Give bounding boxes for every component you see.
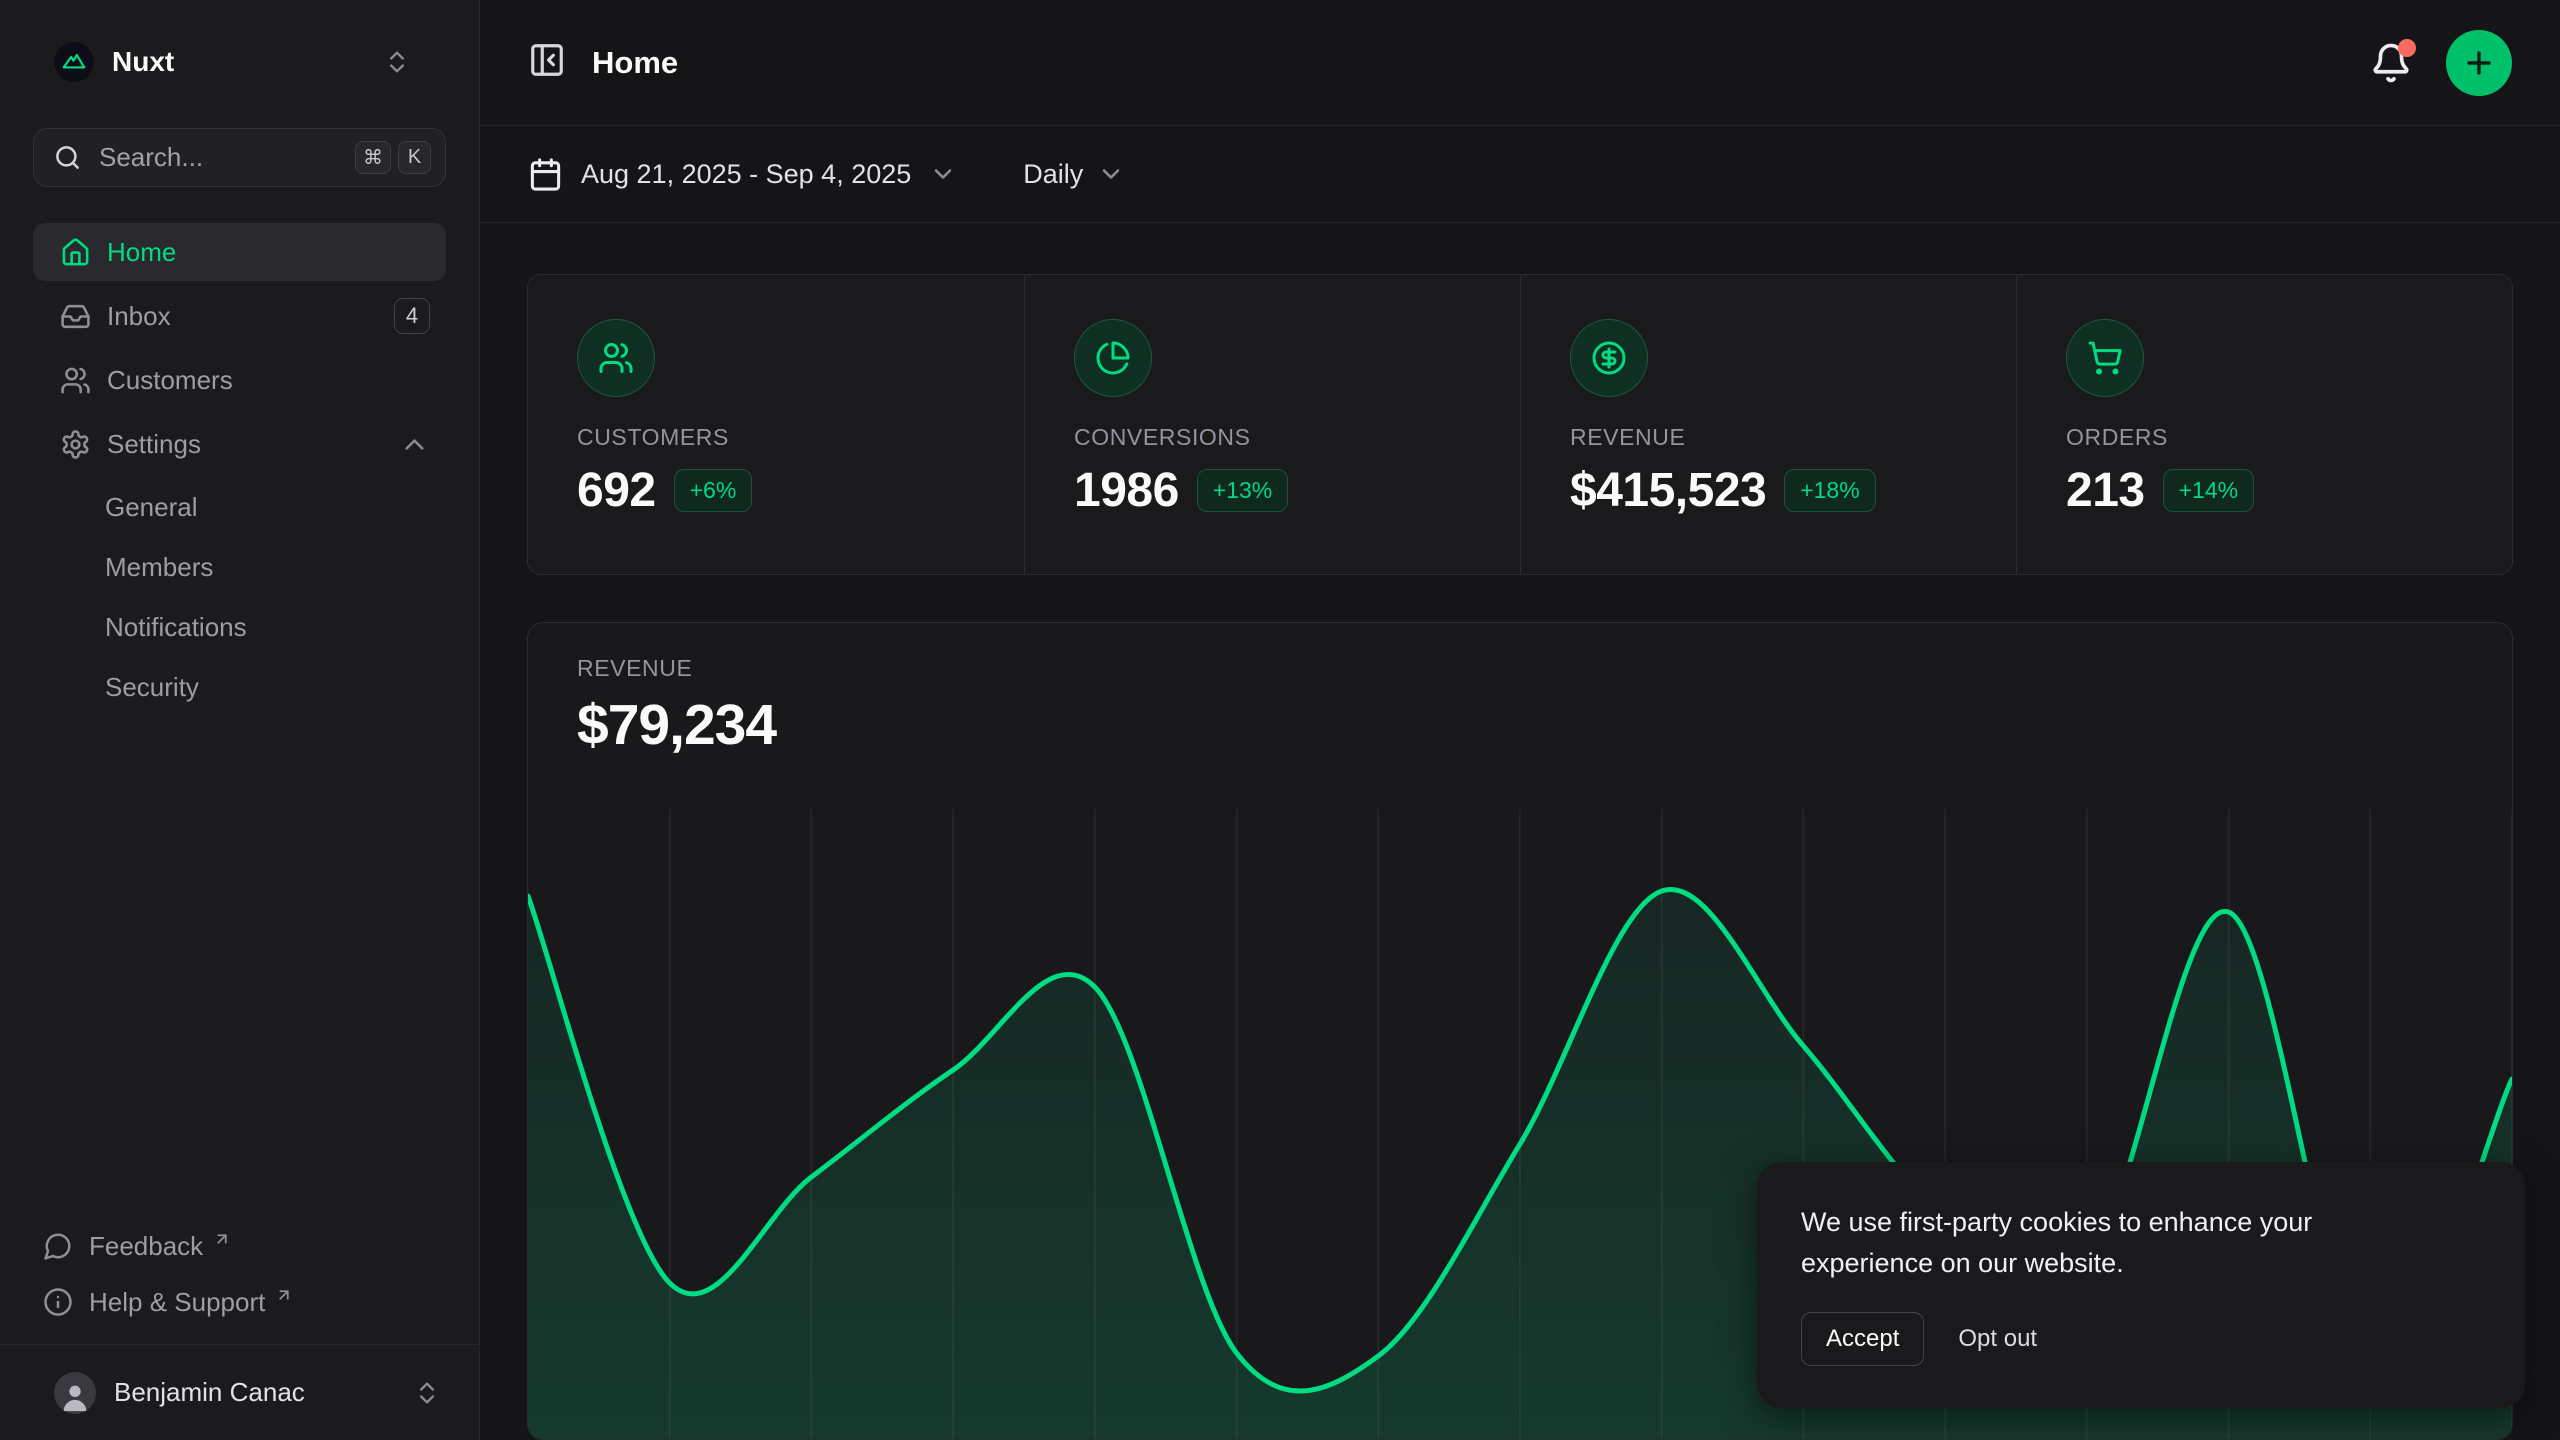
chevrons-up-down-icon[interactable]	[383, 48, 411, 76]
stat-value: $415,523	[1570, 463, 1766, 518]
home-icon	[60, 237, 91, 268]
main-area: Home Aug 21, 2025 - Sep 4, 2025 Daily	[480, 0, 2560, 1440]
top-header: Home	[480, 0, 2560, 126]
sidebar: Nuxt Search... ⌘ K Home Inbox 4 Customer…	[0, 0, 480, 1440]
nuxt-logo-icon	[54, 42, 94, 82]
date-range-value: Aug 21, 2025 - Sep 4, 2025	[581, 159, 911, 190]
sidebar-item-customers[interactable]: Customers	[33, 351, 446, 409]
kbd-k: K	[398, 141, 431, 174]
stats-card: CUSTOMERS 692 +6% CONVERSIONS 1986 +13%	[527, 274, 2513, 575]
sidebar-subitem-members[interactable]: Members	[33, 539, 446, 595]
stat-revenue[interactable]: REVENUE $415,523 +18%	[1520, 275, 2016, 574]
stat-label: REVENUE	[1570, 424, 1996, 451]
search-icon	[54, 144, 81, 171]
external-link-icon	[275, 1286, 293, 1304]
sidebar-item-label: Inbox	[107, 301, 378, 332]
interval-select[interactable]: Daily	[1023, 159, 1125, 190]
stat-conversions[interactable]: CONVERSIONS 1986 +13%	[1024, 275, 1520, 574]
stat-value: 213	[2066, 463, 2145, 518]
app-root: Nuxt Search... ⌘ K Home Inbox 4 Customer…	[0, 0, 2560, 1440]
stat-delta-badge: +13%	[1197, 469, 1288, 512]
sidebar-item-label: Customers	[107, 365, 430, 396]
sidebar-subitem-general[interactable]: General	[33, 479, 446, 535]
sidebar-item-label: Settings	[107, 429, 383, 460]
notification-dot	[2398, 39, 2416, 57]
interval-value: Daily	[1023, 159, 1083, 190]
dollar-circle-icon	[1570, 319, 1648, 397]
stat-label: CUSTOMERS	[577, 424, 1004, 451]
chevron-down-icon	[1097, 160, 1125, 188]
external-link-icon	[213, 1230, 231, 1248]
feedback-link[interactable]: Feedback	[33, 1218, 446, 1274]
stat-delta-badge: +6%	[674, 469, 753, 512]
sub-item-label: Security	[105, 672, 199, 703]
sidebar-item-inbox[interactable]: Inbox 4	[33, 287, 446, 345]
inbox-count-badge: 4	[394, 298, 430, 334]
cookie-banner: We use first-party cookies to enhance yo…	[1757, 1162, 2525, 1408]
chevrons-up-down-icon	[413, 1379, 441, 1407]
message-circle-icon	[43, 1231, 73, 1261]
shopping-cart-icon	[2066, 319, 2144, 397]
sidebar-item-settings[interactable]: Settings	[33, 415, 446, 473]
sidebar-footer: Feedback Help & Support	[33, 1218, 446, 1344]
chevron-down-icon	[929, 160, 957, 188]
stat-value: 1986	[1074, 463, 1179, 518]
add-button[interactable]	[2446, 30, 2512, 96]
info-circle-icon	[43, 1287, 73, 1317]
stat-label: CONVERSIONS	[1074, 424, 1500, 451]
users-icon	[577, 319, 655, 397]
sub-item-label: Notifications	[105, 612, 247, 643]
settings-gear-icon	[60, 429, 91, 460]
team-switcher[interactable]: Nuxt	[0, 0, 479, 102]
help-support-link[interactable]: Help & Support	[33, 1274, 446, 1330]
stat-orders[interactable]: ORDERS 213 +14%	[2016, 275, 2512, 574]
page-title: Home	[592, 45, 2370, 81]
notifications-button[interactable]	[2370, 42, 2412, 84]
sidebar-nav: Home Inbox 4 Customers Settings General …	[33, 223, 446, 719]
optout-cookies-button[interactable]: Opt out	[1958, 1325, 2037, 1353]
date-range-picker[interactable]: Aug 21, 2025 - Sep 4, 2025	[528, 157, 957, 192]
stat-delta-badge: +14%	[2163, 469, 2254, 512]
chevron-up-icon	[399, 429, 430, 460]
search-placeholder: Search...	[99, 142, 348, 173]
feedback-label: Feedback	[89, 1231, 203, 1262]
inbox-icon	[60, 301, 91, 332]
panel-left-close-icon	[528, 41, 566, 79]
search-input[interactable]: Search... ⌘ K	[33, 128, 446, 187]
accept-cookies-button[interactable]: Accept	[1801, 1312, 1924, 1366]
stat-delta-badge: +18%	[1784, 469, 1875, 512]
sidebar-subitem-notifications[interactable]: Notifications	[33, 599, 446, 655]
pie-chart-icon	[1074, 319, 1152, 397]
brand-name: Nuxt	[112, 46, 365, 78]
filter-bar: Aug 21, 2025 - Sep 4, 2025 Daily	[480, 126, 2560, 223]
user-name: Benjamin Canac	[114, 1377, 395, 1408]
stat-label: ORDERS	[2066, 424, 2492, 451]
revenue-value: $79,234	[577, 692, 2512, 758]
user-menu[interactable]: Benjamin Canac	[0, 1344, 479, 1440]
stat-customers[interactable]: CUSTOMERS 692 +6%	[528, 275, 1024, 574]
cookie-message: We use first-party cookies to enhance yo…	[1801, 1202, 2441, 1284]
sidebar-subitem-security[interactable]: Security	[33, 659, 446, 715]
sidebar-item-label: Home	[107, 237, 430, 268]
revenue-label: REVENUE	[577, 655, 2512, 682]
sub-item-label: Members	[105, 552, 213, 583]
calendar-icon	[528, 157, 563, 192]
kbd-cmd: ⌘	[355, 141, 391, 174]
avatar	[54, 1372, 96, 1414]
stat-value: 692	[577, 463, 656, 518]
users-icon	[60, 365, 91, 396]
collapse-sidebar-button[interactable]	[528, 41, 566, 84]
sidebar-item-home[interactable]: Home	[33, 223, 446, 281]
sub-item-label: General	[105, 492, 198, 523]
revenue-header: REVENUE $79,234	[528, 623, 2512, 758]
plus-icon	[2462, 46, 2496, 80]
help-support-label: Help & Support	[89, 1287, 265, 1318]
